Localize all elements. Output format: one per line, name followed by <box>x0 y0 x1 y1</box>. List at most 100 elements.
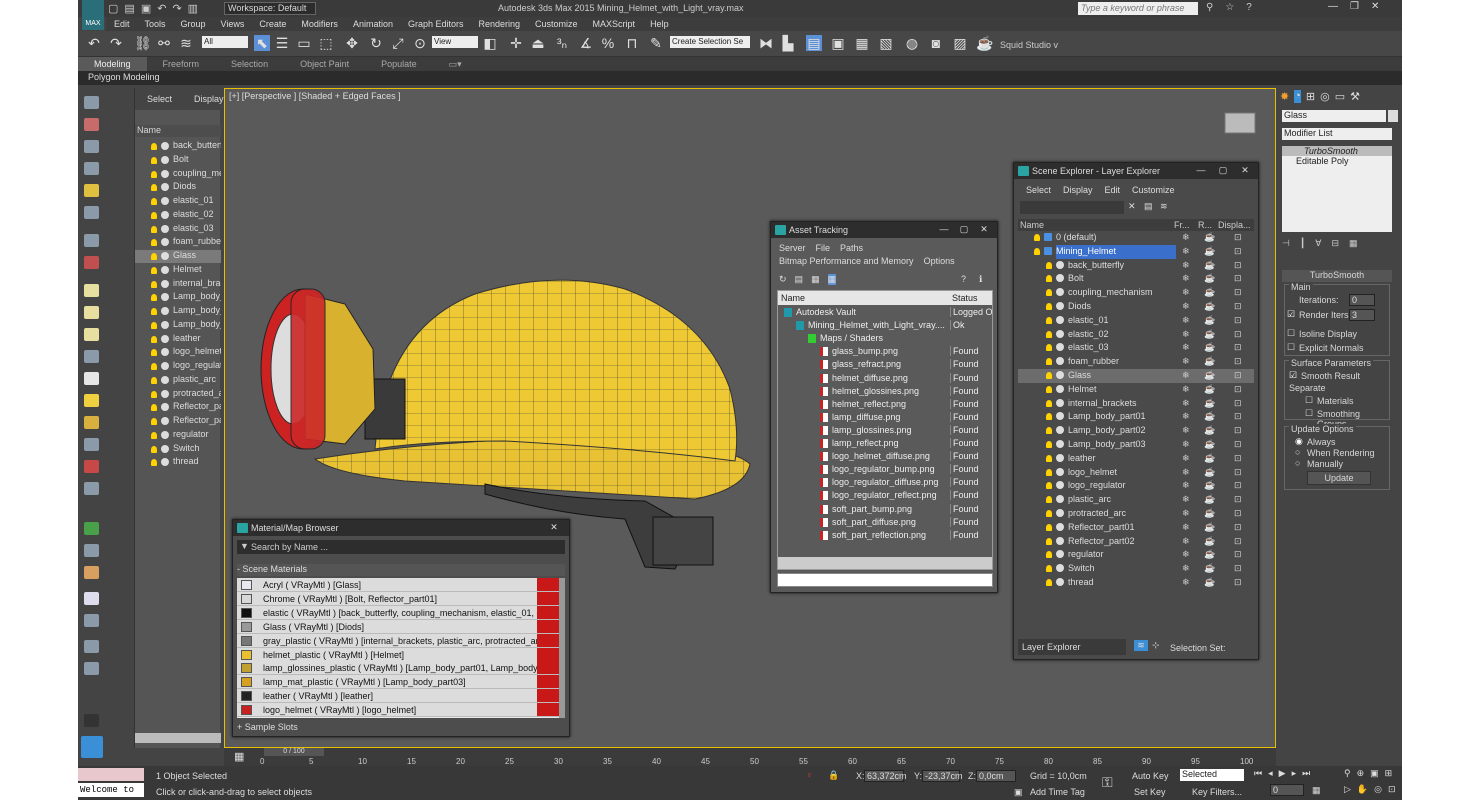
when-rendering-radio[interactable]: ○ <box>1295 447 1300 457</box>
angle-snap-icon[interactable]: ∡ <box>578 35 594 51</box>
hierarchy-tab-icon[interactable]: ⊞ <box>1306 90 1315 103</box>
render-icon[interactable]: ☕ <box>1204 507 1215 521</box>
scene-materials-group[interactable]: - Scene Materials <box>237 564 565 576</box>
bulb-icon[interactable] <box>151 431 157 439</box>
field-of-view-icon[interactable]: ▷ <box>1344 784 1351 795</box>
render-icon[interactable]: ☕ <box>1204 466 1215 480</box>
render-icon[interactable]: ☕ <box>1204 328 1215 342</box>
pan-icon[interactable]: ✋ <box>1357 784 1368 795</box>
undo-icon[interactable]: ↶ <box>86 35 102 51</box>
bulb-icon[interactable] <box>151 156 157 164</box>
freeze-icon[interactable]: ❄ <box>1182 383 1190 397</box>
bulb-icon[interactable] <box>151 349 157 357</box>
iterations-spinner[interactable]: 0 <box>1349 294 1375 306</box>
search-input[interactable]: Type a keyword or phrase <box>1078 2 1198 15</box>
object-icon[interactable] <box>84 566 99 579</box>
link-icon[interactable]: ⛓ <box>134 35 152 51</box>
grid-icon[interactable] <box>84 482 99 495</box>
smoothing-groups-checkbox[interactable]: ☐ <box>1305 408 1313 419</box>
asset-row[interactable]: soft_part_bump.png Found <box>778 503 992 516</box>
explicit-normals-checkbox[interactable]: ☐ <box>1287 342 1295 353</box>
bulb-icon[interactable] <box>1046 358 1052 366</box>
display-icon[interactable]: ⊡ <box>1234 452 1242 466</box>
menu-maxscript[interactable]: MAXScript <box>585 17 643 31</box>
select-object-icon[interactable]: ⬉ <box>254 35 270 51</box>
window-crossing-icon[interactable]: ⬚ <box>318 35 334 51</box>
scene-item[interactable]: Lamp_body_p... <box>135 291 221 304</box>
orbit-icon[interactable]: ◎ <box>1374 784 1382 795</box>
bulb-icon[interactable] <box>151 170 157 178</box>
material-search-input[interactable]: Search by Name ... <box>237 540 565 554</box>
freeze-icon[interactable]: ❄ <box>1182 507 1190 521</box>
select-manipulate-icon[interactable]: ✛ <box>508 35 524 51</box>
restore-icon[interactable]: ❐ <box>1350 1 1359 12</box>
zoom-icon[interactable]: ⚲ <box>1344 768 1351 779</box>
motion-tab-icon[interactable]: ◎ <box>1320 90 1330 103</box>
bulb-icon[interactable] <box>84 416 99 429</box>
scene-item[interactable]: thread <box>135 456 221 469</box>
freeze-icon[interactable]: ❄ <box>1182 397 1190 411</box>
bulb-icon[interactable] <box>1046 482 1052 490</box>
scene-item[interactable]: Diods <box>135 181 221 194</box>
bulb-icon[interactable] <box>151 143 157 150</box>
menu-group[interactable]: Group <box>173 17 213 31</box>
bulb-icon[interactable] <box>1046 330 1052 338</box>
show-end-icon[interactable]: ┃ <box>1300 238 1305 249</box>
bulb-icon[interactable] <box>1046 316 1052 324</box>
open-icon[interactable]: ▤ <box>124 2 134 15</box>
display-icon[interactable]: ⊡ <box>1234 397 1242 411</box>
materials-checkbox[interactable]: ☐ <box>1305 395 1313 406</box>
modifier-list-dropdown[interactable]: Modifier List <box>1282 128 1392 140</box>
freeze-icon[interactable]: ❄ <box>1182 548 1190 562</box>
time-slider-handle[interactable]: 0 / 100 <box>264 748 324 756</box>
freeze-icon[interactable]: ❄ <box>1182 245 1190 259</box>
display-icon[interactable]: ⊡ <box>1234 383 1242 397</box>
workspace-dropdown[interactable]: Workspace: Default <box>224 2 316 15</box>
layer-object-row[interactable]: coupling_mechanism ❄ ☕ ⊡ <box>1018 286 1254 300</box>
bulb-icon[interactable] <box>1046 551 1052 559</box>
utilities-tab-icon[interactable]: ⚒ <box>1350 90 1360 103</box>
menu-graph-editors[interactable]: Graph Editors <box>400 17 471 31</box>
modify-tab-icon[interactable]: ◔ <box>1294 90 1301 103</box>
sample-slots-group[interactable]: + Sample Slots <box>237 722 565 734</box>
snaps-toggle-icon[interactable]: ³ₙ <box>554 35 570 51</box>
freeze-icon[interactable]: ❄ <box>1182 493 1190 507</box>
display-icon[interactable]: ⊡ <box>1234 507 1242 521</box>
teapot-outline-icon[interactable] <box>84 350 99 363</box>
go-to-start-icon[interactable]: ⏮ <box>1254 768 1262 779</box>
previous-frame-icon[interactable]: ◂ <box>1268 768 1273 779</box>
freeze-icon[interactable]: ❄ <box>1182 424 1190 438</box>
close-icon[interactable]: ✕ <box>1371 1 1379 12</box>
pin-stack-icon[interactable]: ⊣ <box>1282 238 1290 249</box>
render-icon[interactable]: ☕ <box>1204 259 1215 273</box>
manually-radio[interactable]: ○ <box>1295 458 1300 468</box>
bulb-icon[interactable] <box>1046 441 1052 448</box>
menu-file[interactable]: File <box>816 243 831 253</box>
display-icon[interactable]: ⊡ <box>1234 479 1242 493</box>
menu-select[interactable]: Select <box>1026 185 1051 195</box>
modifier-icon[interactable] <box>84 640 99 653</box>
table-view-icon[interactable]: ▦ <box>811 274 820 285</box>
list-view-icon[interactable]: ▤ <box>795 274 804 285</box>
layer-object-row[interactable]: leather ❄ ☕ ⊡ <box>1018 452 1254 466</box>
freeze-icon[interactable]: ❄ <box>1182 452 1190 466</box>
welcome-field[interactable]: Welcome to M <box>78 783 144 800</box>
asset-row[interactable]: helmet_diffuse.png Found <box>778 372 992 385</box>
key-selection-dropdown[interactable]: Selected <box>1180 769 1244 781</box>
layer-object-row[interactable]: logo_regulator ❄ ☕ ⊡ <box>1018 479 1254 493</box>
bulb-icon[interactable] <box>1034 247 1040 255</box>
shapes-icon[interactable] <box>84 460 99 473</box>
layers-toggle-icon[interactable]: ≋ <box>1134 640 1148 651</box>
menu-options[interactable]: Options <box>924 256 955 266</box>
scene-item[interactable]: Reflector_par... <box>135 415 221 428</box>
close-icon[interactable]: ✕ <box>547 522 561 533</box>
spinner-snap-icon[interactable]: ⊓ <box>624 35 640 51</box>
display-tab-icon[interactable]: ▭ <box>1335 90 1345 103</box>
display-icon[interactable]: ⊡ <box>1234 521 1242 535</box>
circle-icon[interactable] <box>84 592 99 605</box>
go-to-end-icon[interactable]: ⏭ <box>1302 768 1310 779</box>
display-icon[interactable]: ⊡ <box>1234 259 1242 273</box>
menu-edit[interactable]: Edit <box>106 17 137 31</box>
menu-create[interactable]: Create <box>251 17 293 31</box>
freeze-icon[interactable]: ❄ <box>1182 355 1190 369</box>
